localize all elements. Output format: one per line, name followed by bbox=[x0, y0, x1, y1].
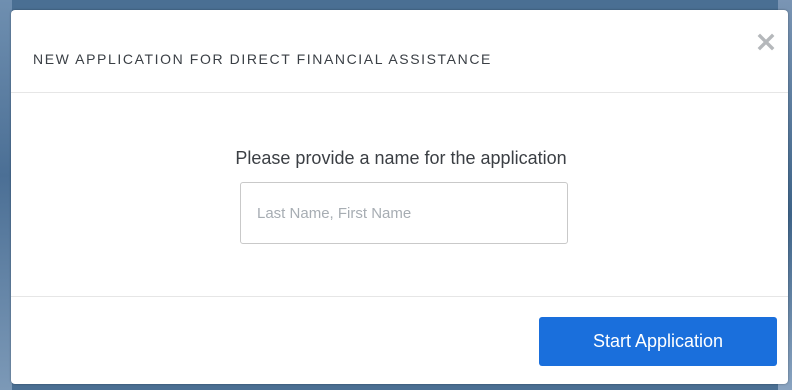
application-name-input[interactable] bbox=[240, 182, 568, 244]
application-name-prompt: Please provide a name for the applicatio… bbox=[235, 148, 567, 168]
close-icon bbox=[754, 30, 778, 54]
modal-body: Please provide a name for the applicatio… bbox=[11, 93, 788, 297]
modal-header: NEW APPLICATION FOR DIRECT FINANCIAL ASS… bbox=[11, 10, 788, 93]
modal-title: NEW APPLICATION FOR DIRECT FINANCIAL ASS… bbox=[33, 51, 492, 67]
modal-footer: Start Application bbox=[11, 297, 788, 384]
close-button[interactable] bbox=[754, 30, 778, 54]
new-application-modal: NEW APPLICATION FOR DIRECT FINANCIAL ASS… bbox=[11, 10, 788, 384]
start-application-button[interactable]: Start Application bbox=[539, 317, 777, 366]
